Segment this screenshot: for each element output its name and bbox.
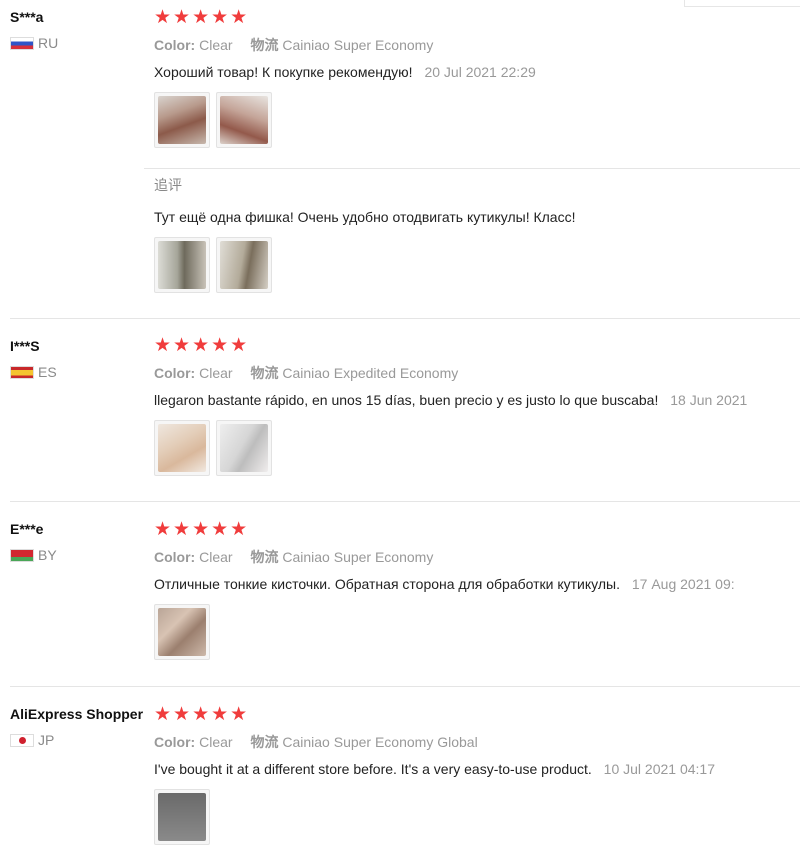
append-divider xyxy=(144,168,800,169)
shipping-label: 物流 xyxy=(250,549,279,565)
russia-flag-icon xyxy=(10,36,34,50)
feedback-content: ★★★★★ Color: Clear 物流 Cainiao Expedited … xyxy=(154,336,800,476)
review-date: 18 Jun 2021 xyxy=(670,392,748,408)
append-review-photos xyxy=(154,237,800,293)
color-label: Color: xyxy=(154,37,196,53)
review-text: Хороший товар! К покупке рекомендую! 20 … xyxy=(154,63,800,81)
review-body: Хороший товар! К покупке рекомендую! xyxy=(154,64,413,80)
belarus-flag-icon xyxy=(10,548,34,562)
feedback-attributes: Color: Clear 物流 Cainiao Expedited Econom… xyxy=(154,364,800,382)
review-text: Отличные тонкие кисточки. Обратная сторо… xyxy=(154,575,800,593)
color-value: Clear xyxy=(199,365,233,381)
review-text: llegaron bastante rápido, en unos 15 día… xyxy=(154,391,800,409)
review-photo-brush-tips[interactable] xyxy=(216,237,272,293)
shipping-label: 物流 xyxy=(250,365,279,381)
review-body: I've bought it at a different store befo… xyxy=(154,761,592,777)
review-body: llegaron bastante rápido, en unos 15 día… xyxy=(154,392,659,408)
review-photo-brushes-in-hand[interactable] xyxy=(154,92,210,148)
feedback-content: ★★★★★ Color: Clear 物流 Cainiao Super Econ… xyxy=(154,520,800,660)
review-date: 10 Jul 2021 04:17 xyxy=(603,761,715,777)
feedback-user: S***a RU xyxy=(10,8,150,50)
review-photos xyxy=(154,604,800,660)
star-rating: ★★★★★ xyxy=(154,335,250,356)
feedback-user: I***S ES xyxy=(10,337,150,379)
user-name: AliExpress Shopper xyxy=(10,706,144,722)
review-photo-partial[interactable] xyxy=(154,789,210,845)
color-label: Color: xyxy=(154,365,196,381)
user-country: ES xyxy=(10,365,150,379)
review-photos xyxy=(154,420,800,476)
country-code: BY xyxy=(38,547,57,563)
feedback-attributes: Color: Clear 物流 Cainiao Super Economy xyxy=(154,548,800,566)
user-country: BY xyxy=(10,548,150,562)
review-photo-brushes-in-package[interactable] xyxy=(216,92,272,148)
shipping-value: Cainiao Super Economy xyxy=(282,37,434,53)
shipping-value: Cainiao Super Economy Global xyxy=(282,734,478,750)
user-name: E***e xyxy=(10,521,44,537)
user-country: JP xyxy=(10,733,150,747)
country-code: JP xyxy=(38,732,55,748)
star-rating: ★★★★★ xyxy=(154,519,250,540)
review-date: 17 Aug 2021 09: xyxy=(631,576,735,592)
review-photo-brushes-on-table[interactable] xyxy=(154,420,210,476)
country-code: RU xyxy=(38,35,59,51)
star-rating: ★★★★★ xyxy=(154,7,250,28)
color-value: Clear xyxy=(199,549,233,565)
shipping-label: 物流 xyxy=(250,734,279,750)
user-country: RU xyxy=(10,36,150,50)
user-name: S***a xyxy=(10,9,44,25)
feedback-item: I***S ES ★★★★★ Color: Clear 物流 Cainiao E… xyxy=(10,319,800,502)
user-name: I***S xyxy=(10,338,40,354)
feedback-user: E***e BY xyxy=(10,520,150,562)
review-photos xyxy=(154,789,800,845)
review-date: 20 Jul 2021 22:29 xyxy=(424,64,536,80)
country-code: ES xyxy=(38,364,57,380)
spain-flag-icon xyxy=(10,365,34,379)
feedback-item: S***a RU ★★★★★ Color: Clear 物流 Cainiao S… xyxy=(10,0,800,319)
append-review-label: 追评 xyxy=(154,177,182,193)
append-review-text: Тут ещё одна фишка! Очень удобно отодвиг… xyxy=(154,209,576,225)
feedback-attributes: Color: Clear 物流 Cainiao Super Economy xyxy=(154,36,800,54)
review-photo-brush-detail[interactable] xyxy=(154,237,210,293)
feedback-content: ★★★★★ Color: Clear 物流 Cainiao Super Econ… xyxy=(154,705,800,845)
review-photo-brushes-closeup[interactable] xyxy=(216,420,272,476)
star-rating: ★★★★★ xyxy=(154,704,250,725)
feedback-attributes: Color: Clear 物流 Cainiao Super Economy Gl… xyxy=(154,733,800,751)
review-text: I've bought it at a different store befo… xyxy=(154,760,800,778)
feedback-content: ★★★★★ Color: Clear 物流 Cainiao Super Econ… xyxy=(154,8,800,293)
feedback-user: AliExpress Shopper JP xyxy=(10,705,150,747)
review-photos xyxy=(154,92,800,148)
color-value: Clear xyxy=(199,37,233,53)
color-value: Clear xyxy=(199,734,233,750)
review-body: Отличные тонкие кисточки. Обратная сторо… xyxy=(154,576,620,592)
color-label: Color: xyxy=(154,734,196,750)
shipping-value: Cainiao Super Economy xyxy=(282,549,434,565)
review-photo-brushes-held[interactable] xyxy=(154,604,210,660)
japan-flag-icon xyxy=(10,733,34,747)
shipping-value: Cainiao Expedited Economy xyxy=(282,365,459,381)
color-label: Color: xyxy=(154,549,196,565)
feedback-item: AliExpress Shopper JP ★★★★★ Color: Clear… xyxy=(10,687,800,845)
shipping-label: 物流 xyxy=(250,37,279,53)
feedback-item: E***e BY ★★★★★ Color: Clear 物流 Cainiao S… xyxy=(10,502,800,687)
